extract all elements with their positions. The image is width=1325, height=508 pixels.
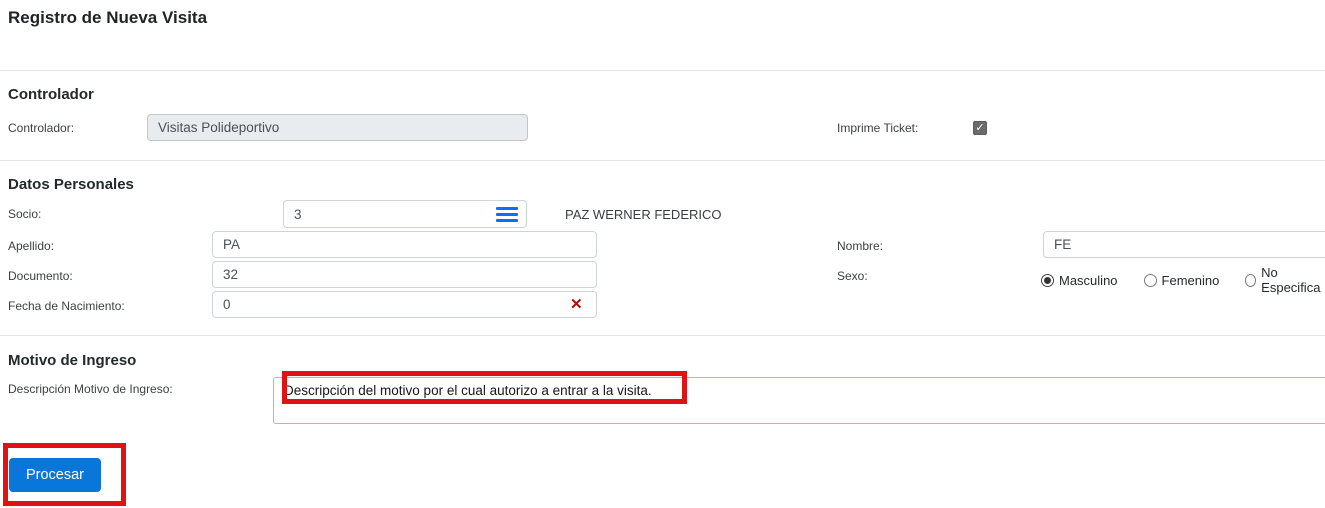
divider: [0, 70, 1325, 71]
radio-label: Femenino: [1162, 273, 1220, 288]
radio-circle-icon: [1245, 274, 1256, 287]
imprime-ticket-label: Imprime Ticket:: [837, 121, 918, 135]
radio-label: Masculino: [1059, 273, 1118, 288]
socio-member-name: PAZ WERNER FEDERICO: [565, 207, 722, 222]
nombre-label: Nombre:: [837, 239, 883, 253]
radio-no-especifica[interactable]: No Especifica: [1245, 265, 1325, 295]
fecha-nacimiento-input[interactable]: [212, 291, 597, 318]
controlador-label: Controlador:: [8, 121, 74, 135]
documento-label: Documento:: [8, 269, 73, 283]
section-header-motivo: Motivo de Ingreso: [8, 352, 136, 369]
sexo-label: Sexo:: [837, 269, 868, 283]
apellido-input[interactable]: [212, 231, 597, 258]
section-header-controlador: Controlador: [8, 86, 94, 103]
divider: [0, 160, 1325, 161]
fecha-nacimiento-label: Fecha de Nacimiento:: [8, 299, 125, 313]
socio-label: Socio:: [8, 207, 41, 221]
radio-circle-icon: [1041, 274, 1054, 287]
check-icon: ✓: [975, 122, 984, 134]
controlador-input: [147, 114, 528, 141]
imprime-ticket-checkbox[interactable]: ✓: [973, 121, 987, 135]
procesar-button[interactable]: Procesar: [9, 458, 101, 492]
socio-input[interactable]: [284, 207, 496, 222]
descripcion-motivo-label: Descripción Motivo de Ingreso:: [8, 382, 173, 396]
section-header-datos-personales: Datos Personales: [8, 176, 134, 193]
sexo-radio-group: Masculino Femenino No Especifica: [1041, 265, 1325, 295]
apellido-label: Apellido:: [8, 239, 54, 253]
menu-icon[interactable]: [496, 207, 518, 222]
radio-circle-icon: [1144, 274, 1157, 287]
nombre-input[interactable]: [1043, 231, 1325, 258]
radio-masculino[interactable]: Masculino: [1041, 273, 1118, 288]
radio-femenino[interactable]: Femenino: [1144, 273, 1220, 288]
divider: [0, 335, 1325, 336]
radio-label: No Especifica: [1261, 265, 1325, 295]
page-title: Registro de Nueva Visita: [8, 8, 207, 28]
socio-field: [283, 200, 527, 228]
documento-input[interactable]: [212, 261, 597, 288]
descripcion-motivo-textarea[interactable]: Descripción del motivo por el cual autor…: [273, 377, 1325, 424]
error-x-icon[interactable]: ✕: [570, 297, 583, 312]
